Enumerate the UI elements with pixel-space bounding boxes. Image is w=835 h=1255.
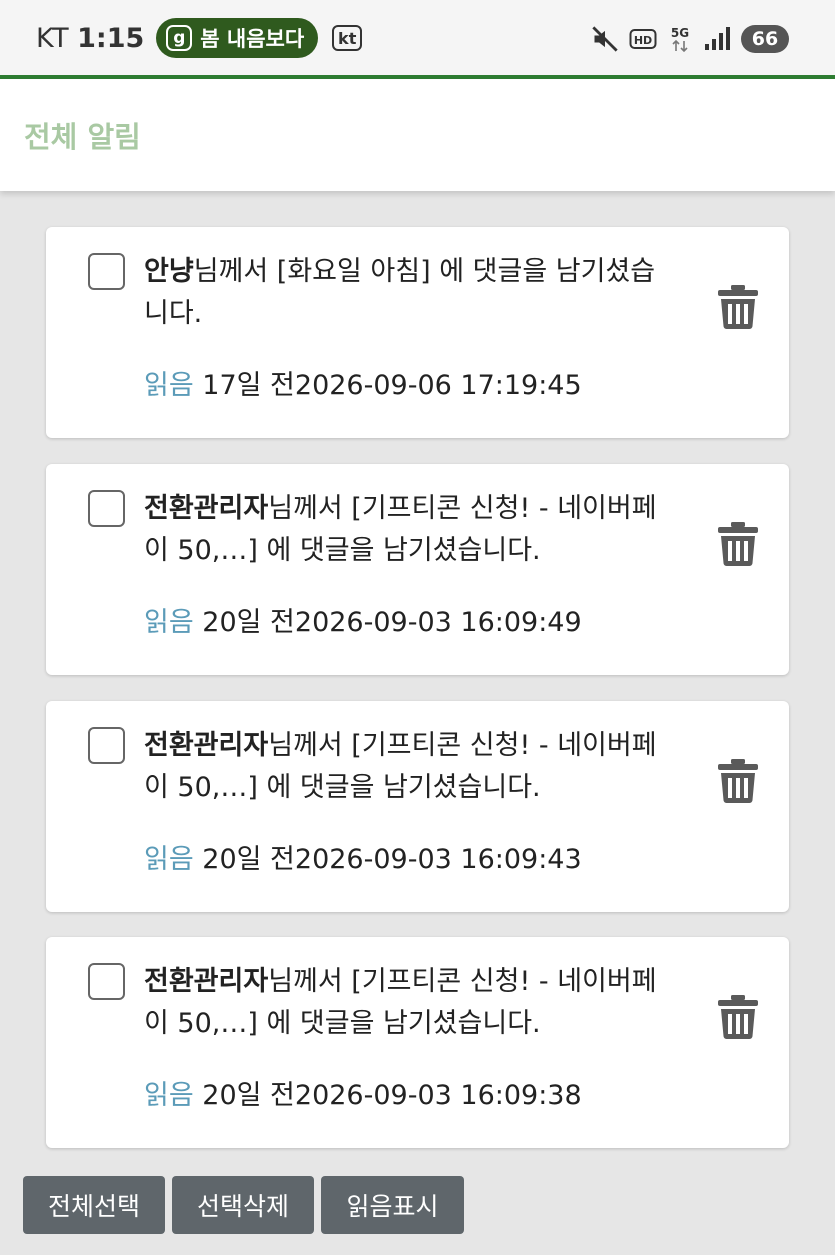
notification-card[interactable]: 안냥님께서 [화요일 아침] 에 댓글을 남기셨습니다. 읽음 17일 전202…	[46, 227, 789, 438]
read-status: 읽음	[144, 844, 194, 875]
svg-text:HD: HD	[634, 34, 652, 47]
notification-card[interactable]: 전환관리자님께서 [기프티콘 신청! - 네이버페이 50,…] 에 댓글을 남…	[46, 937, 789, 1148]
read-status: 읽음	[144, 607, 194, 638]
select-checkbox[interactable]	[88, 490, 125, 527]
mark-read-button[interactable]: 읽음표시	[321, 1176, 464, 1234]
battery-icon: 66	[741, 25, 789, 53]
notification-body: 님께서 [기프티콘 신청! - 네이버페	[268, 730, 657, 761]
carrier-label: KT	[36, 22, 70, 54]
signal-icon	[705, 27, 730, 50]
svg-text:5G: 5G	[671, 26, 689, 40]
notification-card[interactable]: 전환관리자님께서 [기프티콘 신청! - 네이버페이 50,…] 에 댓글을 남…	[46, 464, 789, 675]
now-playing-pill[interactable]: g 봄 내음보다	[156, 18, 319, 58]
notification-message: 전환관리자님께서 [기프티콘 신청! - 네이버페이 50,…] 에 댓글을 남…	[144, 961, 684, 1045]
read-status: 읽음	[144, 1080, 194, 1111]
select-checkbox[interactable]	[88, 253, 125, 290]
select-checkbox[interactable]	[88, 727, 125, 764]
notification-body-cont: 이 50,…] 에 댓글을 남기셨습니다.	[144, 535, 541, 566]
music-app-icon: g	[166, 25, 193, 51]
clock: 1:15	[77, 22, 145, 54]
now-playing-text: 봄 내음보다	[200, 27, 305, 51]
notification-author: 전환관리자	[144, 493, 269, 524]
notification-message: 전환관리자님께서 [기프티콘 신청! - 네이버페이 50,…] 에 댓글을 남…	[144, 488, 684, 572]
status-icons: HD 5G 66	[591, 20, 789, 58]
notification-time: 20일 전2026-09-03 16:09:38	[202, 1080, 582, 1111]
notification-card[interactable]: 전환관리자님께서 [기프티콘 신청! - 네이버페이 50,…] 에 댓글을 남…	[46, 701, 789, 912]
trash-icon[interactable]	[718, 759, 758, 803]
notification-message: 안냥님께서 [화요일 아침] 에 댓글을 남기셨습니다.	[144, 251, 684, 335]
notification-time: 17일 전2026-09-06 17:19:45	[202, 370, 582, 401]
kt-carrier-icon: kt	[332, 25, 363, 51]
notification-body-cont: 이 50,…] 에 댓글을 남기셨습니다.	[144, 1008, 541, 1039]
trash-icon[interactable]	[718, 522, 758, 566]
notification-message: 전환관리자님께서 [기프티콘 신청! - 네이버페이 50,…] 에 댓글을 남…	[144, 725, 684, 809]
select-all-button[interactable]: 전체선택	[23, 1176, 165, 1234]
notification-body: 님께서 [기프티콘 신청! - 네이버페	[268, 966, 657, 997]
notification-time: 20일 전2026-09-03 16:09:49	[202, 607, 582, 638]
notification-author: 전환관리자	[144, 966, 269, 997]
trash-icon[interactable]	[718, 995, 758, 1039]
trash-icon[interactable]	[718, 285, 758, 329]
hd-icon: HD	[629, 29, 657, 49]
notification-meta: 읽음 20일 전2026-09-03 16:09:38	[144, 1073, 582, 1112]
5g-icon: 5G	[671, 26, 689, 53]
notification-body: 님께서 [기프티콘 신청! - 네이버페	[268, 493, 657, 524]
notification-author: 안냥	[144, 256, 194, 287]
notification-body-cont: 이 50,…] 에 댓글을 남기셨습니다.	[144, 772, 541, 803]
notification-author: 전환관리자	[144, 730, 269, 761]
notification-meta: 읽음 17일 전2026-09-06 17:19:45	[144, 363, 582, 402]
notification-meta: 읽음 20일 전2026-09-03 16:09:43	[144, 837, 582, 876]
notification-body-cont: 니다.	[144, 298, 203, 329]
delete-selected-button[interactable]: 선택삭제	[172, 1176, 314, 1234]
notification-meta: 읽음 20일 전2026-09-03 16:09:49	[144, 600, 582, 639]
app-header: 전체 알림	[0, 79, 835, 191]
read-status: 읽음	[144, 370, 194, 401]
notification-time: 20일 전2026-09-03 16:09:43	[202, 844, 582, 875]
status-bar: KT 1:15 g 봄 내음보다 kt HD 5G 66	[0, 0, 835, 76]
mute-icon	[592, 26, 618, 52]
page-title: 전체 알림	[24, 120, 141, 154]
notification-body: 님께서 [화요일 아침] 에 댓글을 남기셨습	[193, 256, 656, 287]
select-checkbox[interactable]	[88, 963, 125, 1000]
